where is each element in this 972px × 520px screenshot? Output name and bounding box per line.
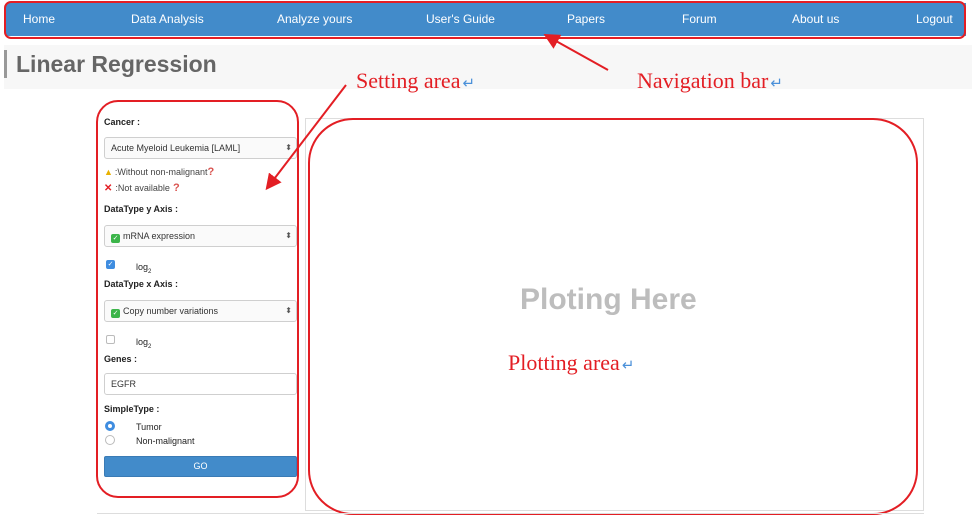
sample-type-tumor-radio[interactable] bbox=[105, 421, 115, 431]
y-axis-select[interactable]: ✓ mRNA expression ⬍ bbox=[104, 225, 297, 247]
select-caret-icon: ⬍ bbox=[285, 306, 292, 315]
nav-item-analyze-yours[interactable]: Analyze yours bbox=[277, 3, 352, 36]
x-axis-select-value: Copy number variations bbox=[123, 306, 219, 316]
nav-item-users-guide[interactable]: User's Guide bbox=[426, 3, 495, 36]
cancer-select-value: Acute Myeloid Leukemia [LAML] bbox=[111, 143, 241, 153]
y-log-checkbox[interactable]: ✓ bbox=[106, 260, 115, 269]
x-axis-label: DataType x Axis : bbox=[104, 279, 179, 289]
annotation-plotting-area-text: Plotting area bbox=[508, 350, 620, 375]
annotation-plotting-area: Plotting area ↵ bbox=[508, 350, 634, 376]
plot-placeholder: Ploting Here bbox=[520, 283, 697, 316]
help-icon[interactable]: ? bbox=[207, 166, 214, 178]
cancer-select[interactable]: Acute Myeloid Leukemia [LAML] ⬍ bbox=[104, 137, 297, 159]
legend-without-non-malignant: ▲:Without non-malignant? bbox=[104, 166, 214, 178]
nav-item-papers[interactable]: Papers bbox=[567, 3, 605, 36]
x-log-checkbox[interactable] bbox=[106, 335, 115, 344]
nav-item-forum[interactable]: Forum bbox=[682, 3, 717, 36]
annotation-setting-area-text: Setting area bbox=[356, 68, 461, 93]
nav-item-home[interactable]: Home bbox=[23, 3, 55, 36]
nav-item-about-us[interactable]: About us bbox=[792, 3, 839, 36]
annotation-navigation-bar-text: Navigation bar bbox=[637, 68, 769, 93]
nav-item-data-analysis[interactable]: Data Analysis bbox=[131, 3, 204, 36]
check-icon: ✓ bbox=[111, 234, 120, 243]
y-axis-label: DataType y Axis : bbox=[104, 204, 179, 214]
legend-not-available: ✕:Not available ? bbox=[104, 182, 180, 194]
page-title: Linear Regression bbox=[4, 50, 217, 78]
sample-type-non-malignant-radio[interactable] bbox=[105, 435, 115, 445]
x-axis-select[interactable]: ✓ Copy number variations ⬍ bbox=[104, 300, 297, 322]
select-caret-icon: ⬍ bbox=[285, 231, 292, 240]
check-icon: ✓ bbox=[111, 309, 120, 318]
legend-not-available-text: :Not available bbox=[115, 183, 170, 193]
warning-icon: ▲ bbox=[104, 167, 113, 177]
y-log-label: log2 bbox=[136, 262, 152, 275]
genes-input[interactable]: EGFR bbox=[104, 373, 297, 395]
cross-icon: ✕ bbox=[104, 183, 113, 194]
sample-type-tumor-label: Tumor bbox=[136, 422, 162, 432]
x-log-label: log2 bbox=[136, 337, 152, 350]
annotation-setting-area: Setting area ↵ bbox=[356, 68, 475, 94]
go-button[interactable]: GO bbox=[104, 456, 297, 477]
return-icon: ↵ bbox=[621, 356, 635, 374]
navigation-bar: Home Data Analysis Analyze yours User's … bbox=[6, 3, 966, 36]
help-icon[interactable]: ? bbox=[170, 182, 180, 194]
cancer-label: Cancer : bbox=[104, 117, 141, 127]
y-axis-select-value: mRNA expression bbox=[123, 231, 196, 241]
genes-label: Genes : bbox=[104, 354, 138, 364]
return-icon: ↵ bbox=[462, 74, 476, 92]
select-caret-icon: ⬍ bbox=[285, 143, 292, 152]
return-icon: ↵ bbox=[770, 74, 783, 92]
annotation-navigation-bar: Navigation bar ↵ bbox=[637, 68, 783, 94]
divider bbox=[97, 513, 924, 514]
sample-type-label: SimpleType : bbox=[104, 404, 160, 414]
legend-without-text: :Without non-malignant bbox=[114, 167, 208, 177]
nav-item-logout[interactable]: Logout bbox=[916, 3, 953, 36]
sample-type-non-malignant-label: Non-malignant bbox=[136, 436, 195, 446]
